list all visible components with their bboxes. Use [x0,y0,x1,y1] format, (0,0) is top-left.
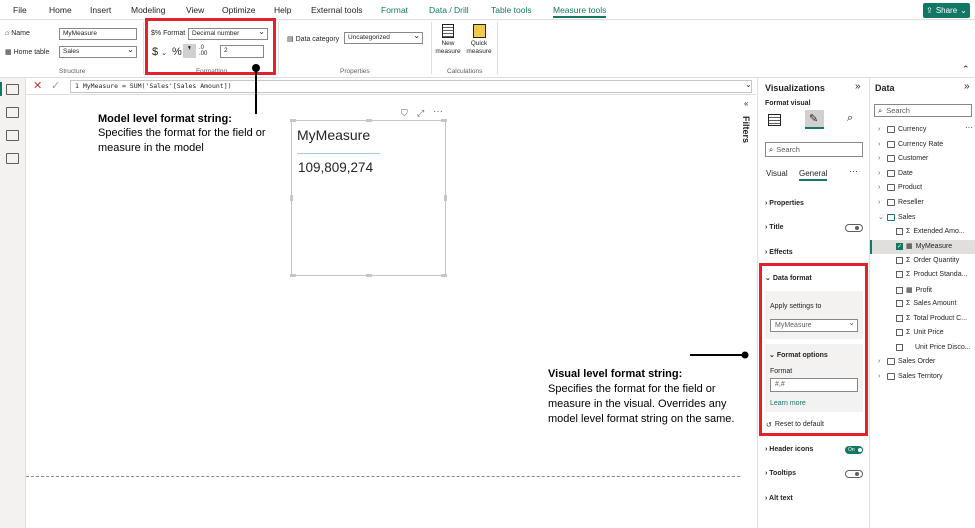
table-icon [887,126,895,133]
table-icon [887,170,895,177]
calculator-icon: ▦ [906,287,913,294]
table-sales-order[interactable]: › Sales Order [878,358,935,365]
search-icon: ⌕ [769,145,774,154]
visual-format-label: Format [770,368,793,375]
table-icon [887,373,895,380]
table-reseller[interactable]: › Reseller [878,199,924,206]
sigma-icon: Σ [906,329,911,336]
analytics-icon[interactable]: ⌕ [847,112,853,125]
collapse-pane-icon[interactable]: » [855,81,861,92]
table-customer[interactable]: › Customer [878,155,928,162]
chevron-down-icon: ⌄ [769,352,775,359]
search-icon: ⌕ [878,106,883,115]
table-icon [887,213,895,221]
chevron-right-icon: › [765,495,768,502]
expand-filters-icon[interactable]: « [744,99,748,108]
reset-icon: ↺ [766,422,772,429]
header-icons-toggle[interactable]: On [845,446,863,454]
table-date[interactable]: › Date [878,170,913,177]
tab-general[interactable]: General [799,169,828,181]
section-data-format[interactable]: ⌄ Data format [765,274,812,282]
visual-annotation-text: Specifies the format for the field or me… [548,383,735,425]
table-sales-territory[interactable]: › Sales Territory [878,373,943,380]
filters-pane-collapsed[interactable]: « Filters [740,96,757,528]
title-toggle[interactable] [845,224,863,232]
reset-to-default-button[interactable]: ↺ Reset to default [766,421,824,429]
table-icon [887,141,895,148]
section-effects[interactable]: › Effects [765,249,793,256]
table-product[interactable]: › Product [878,184,922,191]
field-extended-amount[interactable]: Σ Extended Amo... [896,228,965,235]
section-tooltips[interactable]: › Tooltips [765,470,796,477]
section-properties[interactable]: › Properties [765,200,804,207]
table-icon [887,155,895,162]
filters-label: Filters [741,116,751,144]
build-visual-icon[interactable] [768,114,781,126]
learn-more-link[interactable]: Learn more [770,400,806,407]
section-alt-text[interactable]: › Alt text [765,495,793,502]
apply-settings-label: Apply settings to [770,303,822,310]
table-icon [887,184,895,191]
field-unit-price-discount[interactable]: Unit Price Disco... [896,344,971,351]
chevron-right-icon: › [765,470,768,477]
sigma-icon: Σ [906,228,911,235]
sigma-icon: Σ [906,257,911,264]
visualizations-pane: Visualizations » Format visual ✎ ⌕ ⌕ Sear… [757,78,869,528]
field-sales-amount[interactable]: Σ Sales Amount [896,300,957,307]
visual-annotation-title: Visual level format string: [548,368,683,380]
field-mymeasure[interactable]: ✓ ▦ MyMeasure [896,242,952,250]
tab-visual[interactable]: Visual [766,169,788,178]
table-currency[interactable]: › Currency [878,126,926,133]
chevron-right-icon: › [765,249,768,256]
tooltips-toggle[interactable] [845,470,863,478]
field-product-standard-cost[interactable]: Σ Product Standa... [896,271,967,278]
calculator-icon: ▦ [906,243,913,250]
viz-search-input[interactable]: ⌕ Search [765,142,863,157]
field-order-quantity[interactable]: Σ Order Quantity [896,257,959,264]
sigma-icon: Σ [906,300,911,307]
apply-settings-select[interactable]: MyMeasure [770,318,858,332]
visual-format-input[interactable]: #,# [770,378,858,392]
sigma-icon: Σ [906,315,911,322]
format-visual-tab[interactable]: ✎ [805,110,824,129]
table-currency-rate[interactable]: › Currency Rate [878,141,943,148]
table-sales[interactable]: ⌄ Sales [878,213,916,221]
more-options-icon[interactable]: ··· [849,166,858,176]
chevron-right-icon: › [765,200,768,207]
format-visual-label: Format visual [765,100,811,107]
data-pane: Data » ⌕ Search ··· › Currency › Currency R… [869,78,975,528]
data-search-input[interactable]: ⌕ Search [874,104,972,117]
visualizations-title: Visualizations [765,83,825,93]
field-total-product-cost[interactable]: Σ Total Product C... [896,315,967,322]
chevron-right-icon: › [765,446,768,453]
model-annotation-text: Specifies the format for the field or me… [98,127,266,154]
paintbrush-icon: ✎ [809,113,819,125]
chevron-right-icon: › [765,224,768,231]
sigma-icon: Σ [906,271,911,278]
section-header-icons[interactable]: › Header icons [765,446,813,453]
chevron-down-icon: ⌄ [765,275,771,282]
field-profit[interactable]: ▦ Profit [896,286,932,294]
table-icon [887,358,895,365]
section-title[interactable]: › Title [765,224,784,231]
more-options-icon[interactable]: ··· [965,123,973,132]
format-options-header[interactable]: ⌄ Format options [769,351,828,359]
table-icon [887,199,895,206]
collapse-pane-icon[interactable]: » [964,81,970,92]
model-annotation-title: Model level format string: [98,113,232,125]
field-unit-price[interactable]: Σ Unit Price [896,329,944,336]
data-title: Data [875,83,895,93]
